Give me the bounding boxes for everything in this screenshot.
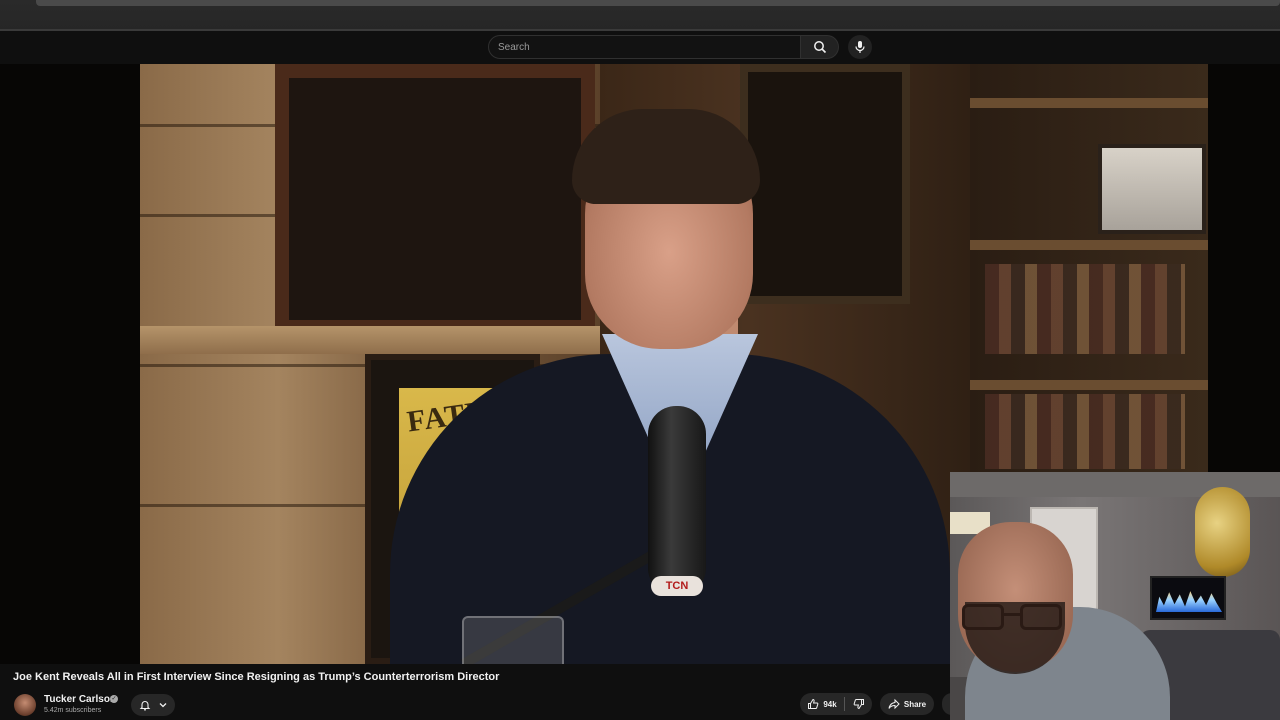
like-button[interactable]: 94k [800, 693, 844, 715]
like-dislike-group: 94k [800, 693, 872, 715]
subscriber-count: 5.42m subscribers [44, 707, 102, 714]
search-input[interactable] [498, 36, 788, 58]
host-hair [572, 109, 760, 204]
wall-ledge [140, 326, 610, 354]
mic-brand-label: TCN [651, 576, 703, 596]
channel-row: Tucker Carlson ✓ 5.42m subscribers 94k S… [0, 690, 952, 720]
picture-frame [275, 64, 595, 334]
search-icon [813, 40, 827, 54]
share-label: Share [903, 699, 927, 709]
glasses-bridge [1002, 613, 1022, 616]
dislike-button[interactable] [846, 693, 872, 715]
notification-button[interactable] [131, 694, 175, 716]
avatar[interactable] [14, 694, 36, 716]
shelf-board [970, 240, 1208, 250]
like-divider [844, 697, 845, 711]
voice-search-button[interactable] [848, 35, 872, 59]
framed-photo [1098, 144, 1206, 234]
browser-tab-strip [0, 0, 1280, 31]
share-arrow-icon [888, 698, 900, 710]
thumbs-up-icon [807, 698, 819, 710]
active-tab-edge[interactable] [36, 0, 1280, 6]
webcam-balloon [1195, 487, 1250, 577]
glasses-lens [962, 604, 1004, 630]
books-row [985, 394, 1185, 469]
books-row [985, 264, 1185, 354]
glasses-lens [1020, 604, 1062, 630]
search-button[interactable] [801, 35, 839, 59]
shelf-board [970, 380, 1208, 390]
search-box[interactable] [488, 35, 801, 59]
verified-check-icon: ✓ [110, 695, 118, 703]
share-button[interactable]: Share [880, 693, 934, 715]
water-glass [462, 616, 564, 664]
webcam-tv [1150, 576, 1226, 620]
channel-name[interactable]: Tucker Carlson [44, 694, 116, 705]
webcam-person-glasses [962, 604, 1072, 634]
microphone-icon [854, 40, 866, 54]
bell-icon [139, 699, 151, 711]
webcam-overlay [950, 472, 1280, 720]
thumbs-down-icon [853, 698, 865, 710]
like-count: 94k [823, 699, 837, 709]
chevron-down-icon [158, 700, 168, 710]
studio-microphone [648, 406, 706, 596]
masthead [0, 31, 1280, 64]
tv-fireplace-image [1156, 591, 1222, 612]
shelf-board [970, 98, 1208, 108]
picture-frame-right [740, 64, 910, 304]
video-title: Joe Kent Reveals All in First Interview … [13, 671, 500, 683]
